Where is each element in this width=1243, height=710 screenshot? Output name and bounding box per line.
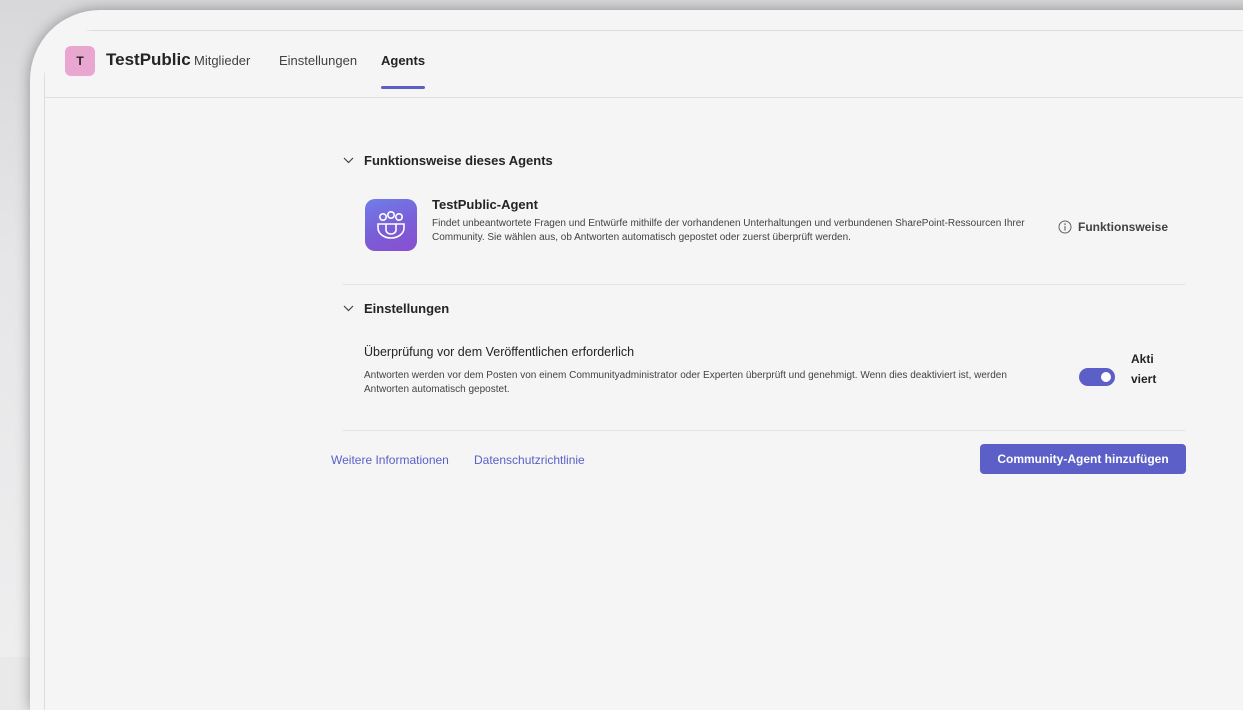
toggle-status-label: Aktiviert — [1131, 352, 1157, 386]
section-how-header[interactable]: Funktionsweise dieses Agents — [343, 153, 553, 168]
chevron-down-icon — [343, 157, 354, 164]
section-divider — [343, 284, 1185, 285]
add-community-agent-button[interactable]: Community-Agent hinzufügen — [980, 444, 1186, 474]
review-setting-title: Überprüfung vor dem Veröffentlichen erfo… — [364, 345, 635, 359]
footer-divider — [343, 430, 1185, 431]
people-group-icon — [377, 210, 405, 239]
tab-agents[interactable]: Agents — [381, 53, 426, 89]
tab-einstellungen[interactable]: Einstellungen — [279, 53, 357, 68]
section-settings-header[interactable]: Einstellungen — [343, 301, 449, 316]
chevron-down-icon — [343, 305, 354, 312]
info-icon — [1058, 220, 1072, 234]
agent-name: TestPublic-Agent — [432, 197, 538, 212]
toggle-knob — [1101, 372, 1111, 382]
tab-mitglieder[interactable]: Mitglieder — [194, 53, 250, 68]
community-agent-icon — [365, 199, 417, 251]
more-info-link[interactable]: Weitere Informationen — [331, 453, 449, 467]
agent-description: Findet unbeantwortete Fragen und Entwürf… — [432, 218, 1025, 243]
section-settings-title: Einstellungen — [364, 301, 450, 316]
review-toggle[interactable] — [1079, 368, 1115, 386]
team-name: TestPublic — [106, 50, 191, 69]
section-how-title: Funktionsweise dieses Agents — [364, 153, 553, 168]
review-setting-description: Antworten werden vor dem Posten von eine… — [364, 370, 1007, 395]
how-it-works-link[interactable]: Funktionsweise — [1058, 220, 1168, 234]
teams-window: T TestPublic Mitglieder Einstellungen Ag… — [30, 10, 1243, 710]
privacy-policy-link[interactable]: Datenschutzrichtlinie — [474, 453, 585, 467]
team-header: T TestPublic Mitglieder Einstellungen Ag… — [45, 31, 1243, 98]
window-content: T TestPublic Mitglieder Einstellungen Ag… — [44, 30, 1243, 710]
how-it-works-label: Funktionsweise — [1078, 220, 1169, 234]
team-avatar[interactable]: T — [65, 46, 95, 76]
